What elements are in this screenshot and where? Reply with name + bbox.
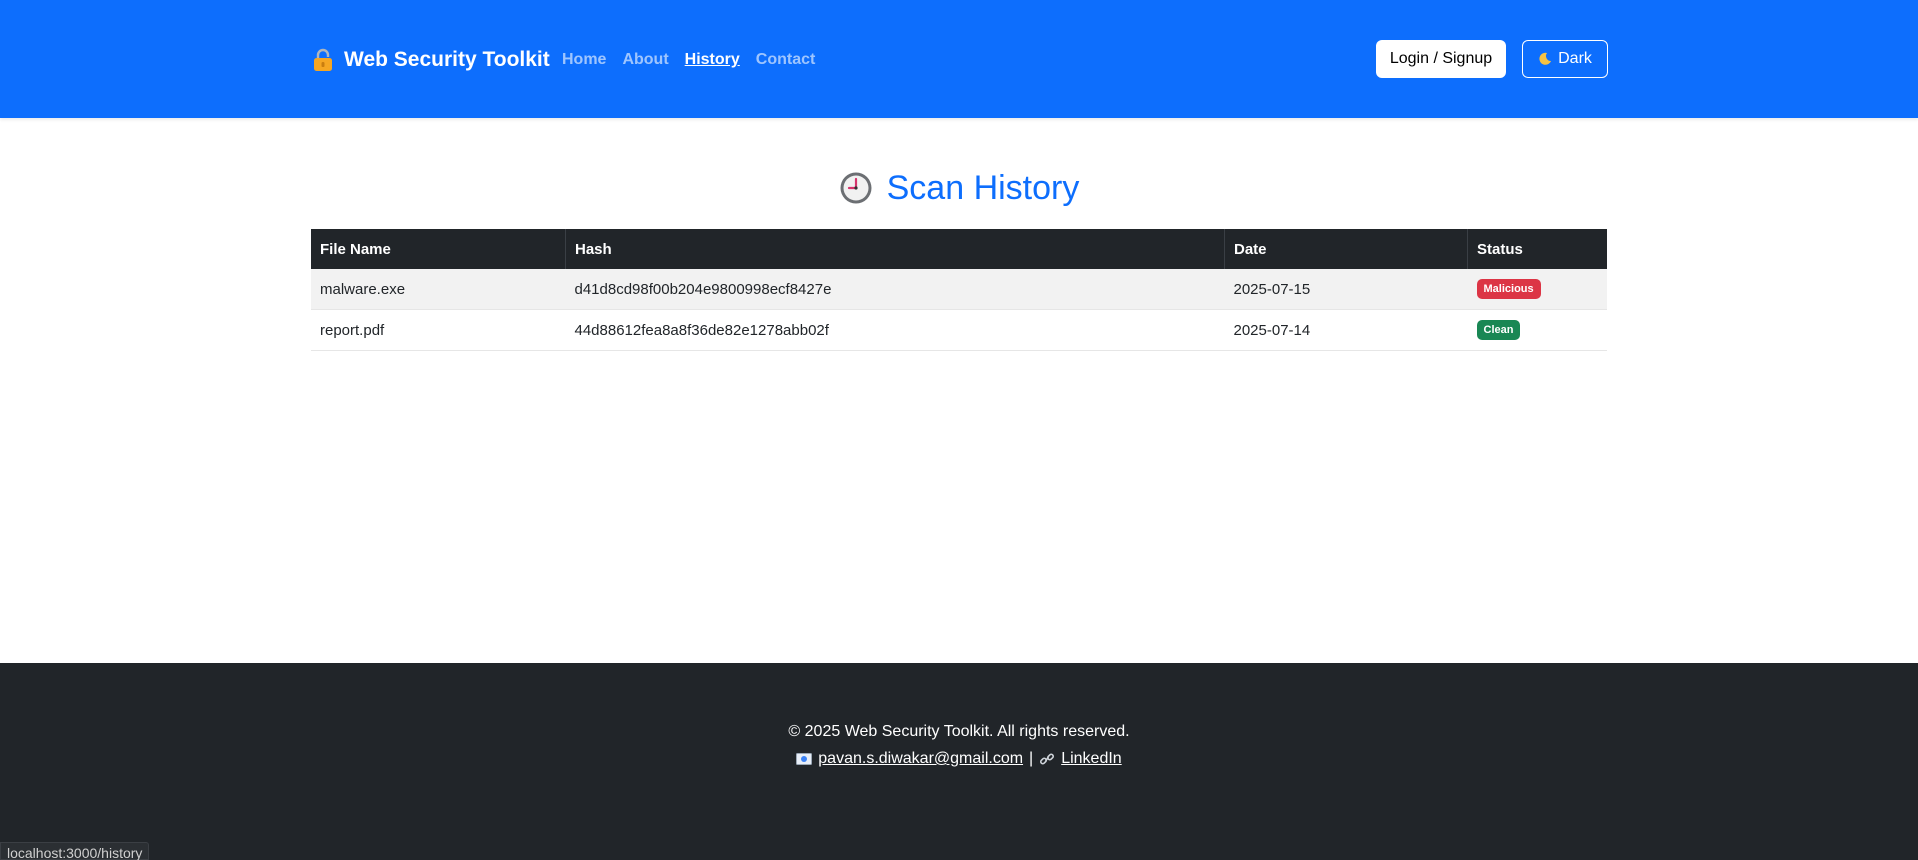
table-header-row: File Name Hash Date Status xyxy=(311,229,1607,269)
cell-file-name: report.pdf xyxy=(311,309,566,351)
status-badge: Malicious xyxy=(1476,279,1541,299)
nav-home[interactable]: Home xyxy=(562,51,606,69)
email-icon xyxy=(796,752,813,766)
cell-date: 2025-07-14 xyxy=(1224,309,1468,351)
page-title: Scan History xyxy=(886,168,1080,207)
footer: © 2025 Web Security Toolkit. All rights … xyxy=(0,663,1918,860)
table-row: report.pdf 44d88612fea8a8f36de82e1278abb… xyxy=(311,309,1607,351)
lock-icon xyxy=(312,48,334,72)
cell-status: Clean xyxy=(1467,309,1607,351)
copyright-text: © 2025 Web Security Toolkit. All rights … xyxy=(788,723,1130,740)
cell-file-name: malware.exe xyxy=(311,269,566,310)
column-header-file-name: File Name xyxy=(311,229,566,269)
table-row: malware.exe d41d8cd98f00b204e9800998ecf8… xyxy=(311,269,1607,310)
nav-history[interactable]: History xyxy=(685,51,740,69)
browser-status-url: localhost:3000/history xyxy=(0,842,150,860)
footer-contact-row: pavan.s.diwakar@gmail.com | LinkedIn xyxy=(0,750,1918,768)
scan-history-table: File Name Hash Date Status malware.exe d… xyxy=(311,229,1607,351)
dark-mode-toggle-button[interactable]: Dark xyxy=(1522,40,1608,78)
clock-icon xyxy=(839,171,873,205)
nav-contact[interactable]: Contact xyxy=(756,51,816,69)
login-signup-label: Login / Signup xyxy=(1389,50,1493,67)
email-link[interactable]: pavan.s.diwakar@gmail.com xyxy=(818,750,1023,768)
column-header-hash: Hash xyxy=(565,229,1225,269)
cell-hash: d41d8cd98f00b204e9800998ecf8427e xyxy=(565,269,1225,310)
nav-about[interactable]: About xyxy=(622,51,668,69)
page-title-row: Scan History xyxy=(0,166,1918,210)
column-header-date: Date xyxy=(1224,229,1468,269)
cell-status: Malicious xyxy=(1467,269,1607,310)
footer-separator: | xyxy=(1029,750,1034,767)
brand-label: Web Security Toolkit xyxy=(344,48,550,71)
login-signup-button[interactable]: Login / Signup xyxy=(1376,40,1506,78)
status-badge: Clean xyxy=(1476,320,1521,340)
link-icon xyxy=(1039,752,1055,766)
column-header-status: Status xyxy=(1467,229,1607,269)
moon-icon xyxy=(1538,52,1552,66)
linkedin-link[interactable]: LinkedIn xyxy=(1061,750,1122,768)
cell-hash: 44d88612fea8a8f36de82e1278abb02f xyxy=(565,309,1225,351)
brand-link[interactable]: Web Security Toolkit xyxy=(312,46,550,74)
navbar: Web Security Toolkit Home About History … xyxy=(0,0,1918,118)
cell-date: 2025-07-15 xyxy=(1224,269,1468,310)
page: Web Security Toolkit Home About History … xyxy=(0,0,1918,860)
nav-links: Home About History Contact xyxy=(562,46,815,74)
dark-mode-label: Dark xyxy=(1558,50,1592,67)
